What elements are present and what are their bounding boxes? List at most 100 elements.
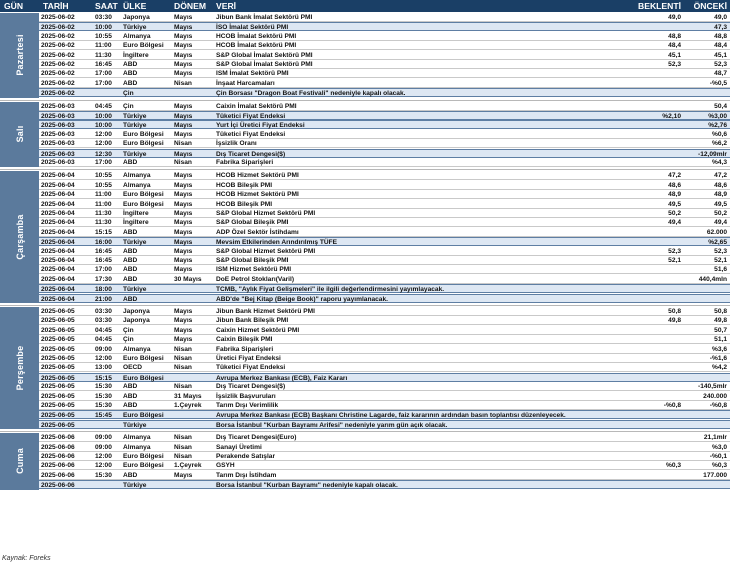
row-forecast: 45,1 [668,51,681,59]
row-time: 11:30 [95,51,112,59]
row-forecast: 48,6 [668,181,681,189]
row-time: 12:00 [95,355,112,362]
row-event: Fabrika Siparişleri [216,158,274,166]
day-label: Cuma [14,448,25,475]
table-row: 2025-06-05 03:30 Japonya Mayıs Jibun Bank Hi… [39,307,730,316]
row-previous: 440,4mln [698,275,727,283]
row-previous: %6,2 [711,140,727,148]
row-event: Caixin Bileşik PMI [216,336,273,344]
row-country: Türkiye [123,421,147,429]
row-event: Dış Ticaret Dengesi($) [216,383,286,391]
row-event: DoE Petrol Stokları(Varil) [216,275,295,283]
row-date: 2025-06-05 [41,392,75,400]
row-period: Mayıs [174,336,193,344]
row-date: 2025-06-02 [41,90,75,98]
row-event: HCOB Hizmet Sektörü PMI [216,172,299,180]
row-event: İşsizlik Oranı [216,140,257,148]
row-previous: 177.000 [703,471,727,479]
row-country: ABD [123,79,138,87]
row-previous: 51,6 [714,266,727,274]
row-period: Nisan [174,140,192,148]
table-row: 2025-06-06 12:00 Euro Bölgesi 1.Çeyrek GSYH%… [39,461,730,471]
row-time: 10:55 [95,172,112,180]
table-row: 2025-06-04 16:00 Türkiye Mayıs Mevsim Etkile… [39,237,730,247]
row-country: Almanya [123,32,151,40]
row-country: ABD [123,70,138,78]
row-period: Nisan [174,383,192,391]
header-day: GÜN [4,1,24,11]
table-row: 2025-06-02 Çin Çin Borsası "Dragon Boat Fe… [39,88,730,98]
row-event: ADP Özel Sektör İstihdamı [216,228,299,236]
row-event: Tarım Dışı İstihdam [216,471,277,479]
table-row: 2025-06-02 10:55 Almanya Mayıs HCOB İmalat S… [39,32,730,41]
row-time: 03:30 [95,317,112,325]
day-group-1: Pazartesi 2025-06-02 03:30 Japonya Mayıs Jibu… [0,13,730,98]
day-label-band: Salı [0,101,39,168]
row-event: Caixin Hizmet Sektörü PMI [216,326,300,334]
header-event: VERİ [216,1,237,11]
row-previous: 21,1mlr [703,434,727,442]
row-time: 09:00 [95,434,112,442]
row-event: Sanayi Üretimi [216,443,262,451]
row-date: 2025-06-06 [41,462,75,470]
table-row: 2025-06-06 Türkiye Borsa İstanbul "Kurban … [39,480,730,490]
row-forecast: -%0,8 [663,402,681,409]
group-separator [0,169,730,171]
row-country: ABD [123,61,138,68]
table-header: GÜN TARİH SAAT ÜLKE DÖNEM VERİ BEKLENTİ … [0,0,730,12]
row-previous: 50,7 [714,326,727,334]
row-date: 2025-06-02 [41,70,75,78]
row-period: Mayıs [174,130,193,138]
day-group-2: Salı 2025-06-03 04:45 Çin Mayıs Caixin İmalat… [0,101,730,168]
row-time: 10:55 [95,32,112,40]
row-time: 17:00 [95,79,112,87]
table-row: 2025-06-05 15:30 ABD Nisan Dış Ticaret Denge… [39,382,730,392]
row-date: 2025-06-05 [41,402,75,409]
row-forecast: %0,3 [665,462,681,470]
table-row: 2025-06-04 18:00 Türkiye TCMB, "Aylık Fiyat… [39,284,730,294]
table-row: 2025-06-06 15:30 ABD Mayıs Tarım Dışı İstihd… [39,471,730,480]
row-period: Nisan [174,158,192,166]
table-row: 2025-06-05 09:00 Almanya Nisan Fabrika Sipar… [39,345,730,354]
row-date: 2025-06-05 [41,345,75,353]
row-time: 12:00 [95,462,112,470]
row-date: 2025-06-04 [41,275,75,283]
row-previous: %4,3 [711,158,727,166]
table-row: 2025-06-04 11:00 Euro Bölgesi Mayıs HCOB Hiz… [39,190,730,200]
row-period: Nisan [174,355,192,362]
row-country: Japonya [123,317,150,325]
row-country: Euro Bölgesi [123,191,164,199]
table-row: 2025-06-05 Türkiye Borsa İstanbul "Kurban … [39,419,730,429]
row-date: 2025-06-05 [41,421,75,429]
row-country: Almanya [123,345,151,353]
row-country: ABD [123,247,138,255]
row-previous: %4,2 [711,364,727,372]
row-date: 2025-06-03 [41,140,75,148]
row-previous: 48,7 [714,70,727,78]
row-time: 13:00 [95,364,112,372]
row-time: 15:15 [95,228,112,236]
group-separator [0,431,730,433]
table-row: 2025-06-05 04:45 Çin Mayıs Caixin Bileşik PM… [39,335,730,345]
row-event: Jibun Bank Bileşik PMI [216,317,289,325]
row-time: 15:30 [95,383,112,391]
row-forecast: 50,2 [668,209,681,217]
row-date: 2025-06-04 [41,209,75,217]
table-row: 2025-06-04 16:45 ABD Mayıs S&P Global Bileşi… [39,256,730,265]
table-row: 2025-06-05 15:45 Euro Bölgesi Avrupa Merkez… [39,410,730,420]
row-time: 15:30 [95,471,112,479]
row-event: Caixin İmalat Sektörü PMI [216,102,297,110]
row-event: ISM Hizmet Sektörü PMI [216,266,292,274]
row-forecast: 48,4 [668,42,681,50]
row-time: 15:30 [95,402,112,409]
row-previous: 48,8 [714,32,727,40]
row-previous: 50,8 [714,308,727,315]
row-event: Tüketici Fiyat Endeksi [216,130,286,138]
row-date: 2025-06-04 [41,228,75,236]
row-period: Mayıs [174,191,193,199]
row-country: Almanya [123,172,151,180]
row-period: Mayıs [174,200,193,208]
row-period: Mayıs [174,228,193,236]
row-country: Çin [123,336,134,344]
row-date: 2025-06-03 [41,158,75,166]
